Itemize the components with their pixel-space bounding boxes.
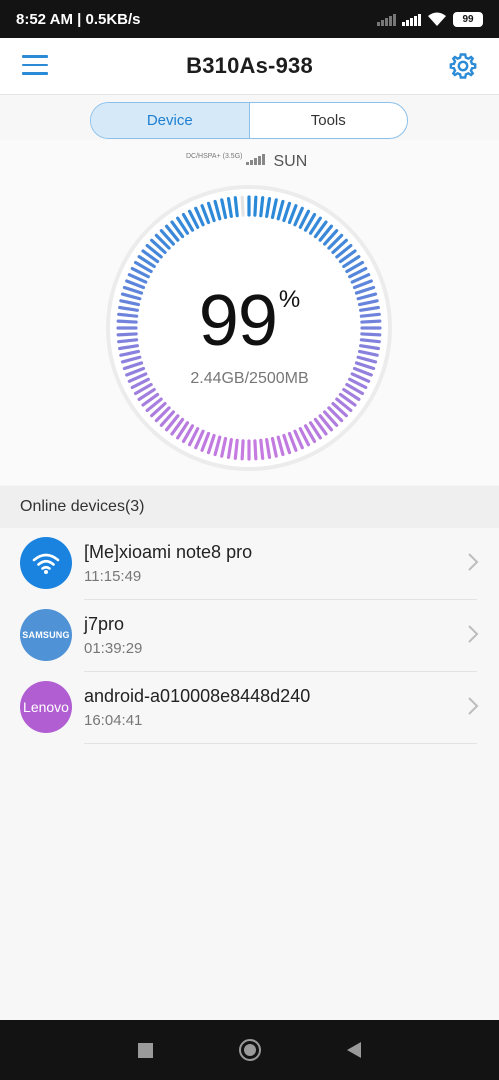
chevron-right-icon <box>468 625 479 643</box>
gauge-tick <box>253 439 258 461</box>
usage-percent-symbol: % <box>278 286 301 313</box>
app-header: B310As-938 <box>0 38 499 95</box>
status-time: 8:52 AM | 0.5KB/s <box>16 10 141 28</box>
samsung-logo: SAMSUNG <box>20 609 72 661</box>
gauge-tick <box>240 195 245 217</box>
device-time: 16:04:41 <box>84 712 143 729</box>
online-devices-header: Online devices(3) <box>0 486 499 528</box>
device-row[interactable]: Lenovo android-a010008e8448d240 16:04:41 <box>0 672 499 744</box>
network-technology: DC/HSPA+ (3.5G) <box>186 153 243 160</box>
signal-icon-2 <box>402 13 421 26</box>
usage-amount: 2.44GB/2500MB <box>190 370 309 387</box>
signal-icon <box>377 13 396 26</box>
device-row[interactable]: SAMSUNG j7pro 01:39:29 <box>0 600 499 672</box>
divider <box>84 743 477 744</box>
battery-icon: 99 <box>453 11 483 27</box>
device-list: [Me]xioami note8 pro 11:15:49 SAMSUNG j7… <box>0 528 499 744</box>
menu-icon[interactable] <box>22 55 48 77</box>
gauge-tick <box>233 196 239 218</box>
wifi-glyph-icon <box>32 553 60 574</box>
chevron-right-icon <box>468 553 479 571</box>
gauge-tick <box>233 438 239 460</box>
gauge-tick <box>259 196 265 218</box>
wifi-icon <box>20 537 72 589</box>
device-row[interactable]: [Me]xioami note8 pro 11:15:49 <box>0 528 499 600</box>
system-icons: 99 <box>377 11 483 27</box>
network-operator: SUN <box>273 153 308 170</box>
device-name: [Me]xioami note8 pro <box>84 542 253 562</box>
network-signal-icon <box>246 152 266 165</box>
gauge-tick <box>253 195 258 217</box>
gauge-tick <box>240 439 245 461</box>
usage-percent-value: 99 <box>198 281 278 361</box>
circle-icon[interactable] <box>239 1039 261 1061</box>
device-time: 11:15:49 <box>84 568 142 585</box>
device-name: j7pro <box>84 614 125 634</box>
chevron-right-icon <box>468 697 479 715</box>
tab-device[interactable]: Device <box>91 103 250 138</box>
gauge-tick <box>259 438 265 460</box>
device-name: android-a010008e8448d240 <box>84 686 311 706</box>
device-time: 01:39:29 <box>84 640 143 657</box>
view-tabs: Device Tools <box>90 102 408 139</box>
gear-icon[interactable] <box>449 52 477 80</box>
system-nav-bar <box>0 1020 499 1080</box>
back-triangle-icon[interactable] <box>347 1042 361 1058</box>
tab-tools[interactable]: Tools <box>250 103 408 138</box>
lenovo-logo: Lenovo <box>20 681 72 733</box>
page-title: B310As-938 <box>186 53 313 78</box>
status-bar: 8:52 AM | 0.5KB/s 99 <box>0 0 499 38</box>
wifi-status-icon <box>428 12 446 26</box>
square-icon[interactable] <box>138 1042 153 1058</box>
network-info: DC/HSPA+ (3.5G) SUN <box>186 152 307 171</box>
usage-percent: 99% <box>0 280 499 362</box>
